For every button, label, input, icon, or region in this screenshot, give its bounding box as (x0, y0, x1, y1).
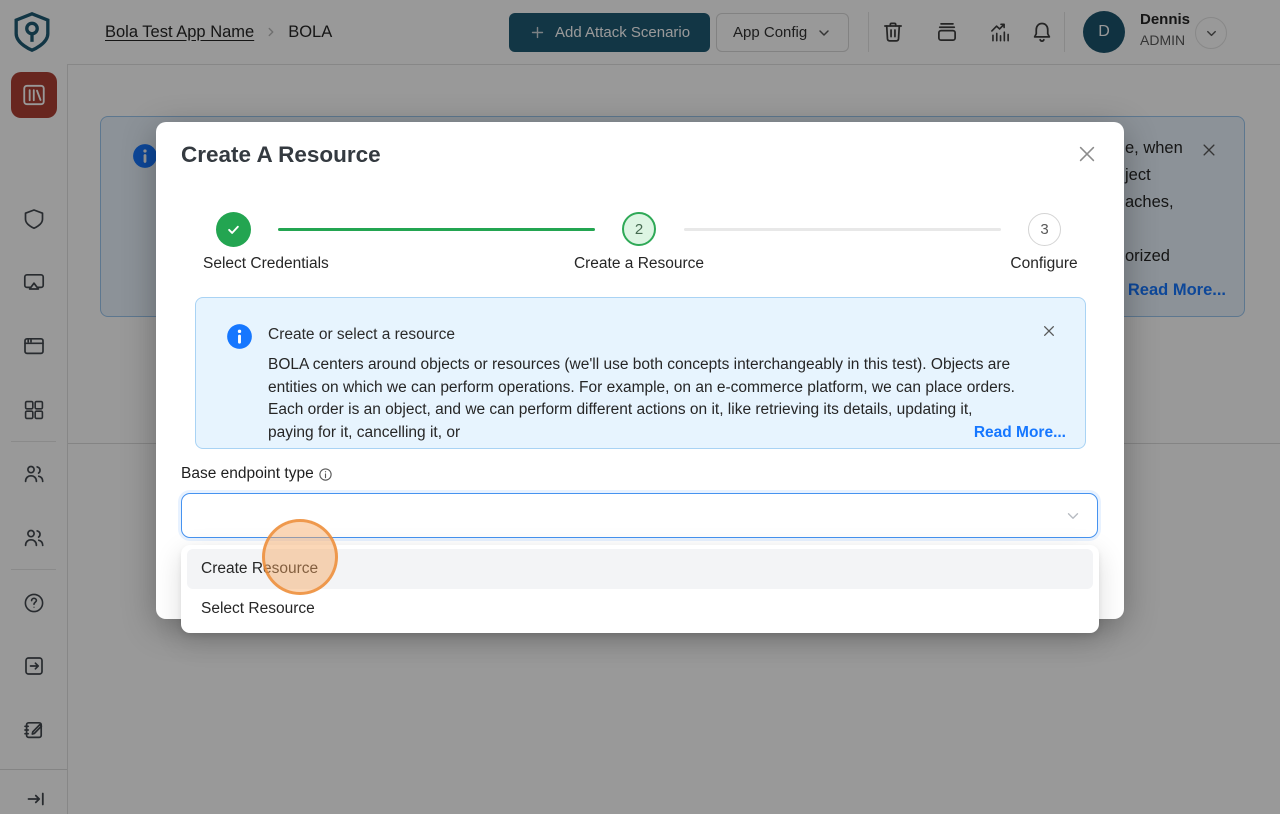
step-3-number: 3 (1040, 221, 1048, 238)
field-label-text: Base endpoint type (181, 465, 314, 483)
info-icon (226, 323, 253, 350)
chevron-down-icon (1064, 507, 1082, 525)
step-3-label: Configure (944, 255, 1144, 273)
step-connector-upcoming (684, 228, 1001, 231)
modal-title: Create A Resource (181, 142, 381, 168)
info-circle-icon[interactable] (318, 467, 333, 482)
base-endpoint-type-label: Base endpoint type (181, 465, 333, 483)
alert-close-icon[interactable] (1041, 323, 1057, 339)
app-page: Bola Test App Name BOLA Add Attack Scena… (0, 0, 1280, 814)
modal-close-icon[interactable] (1076, 143, 1098, 165)
step-2-number: 2 (635, 221, 643, 238)
step-1-label: Select Credentials (203, 255, 329, 273)
step-2-circle: 2 (622, 212, 656, 246)
step-1-circle (216, 212, 251, 247)
step-2-label: Create a Resource (539, 255, 739, 273)
check-icon (224, 220, 243, 239)
dropdown-option-select-resource[interactable]: Select Resource (187, 589, 1093, 629)
step-connector-done (278, 228, 595, 231)
step-3-circle: 3 (1028, 213, 1061, 246)
alert-read-more-link[interactable]: Read More... (856, 424, 1066, 442)
alert-title: Create or select a resource (268, 326, 455, 344)
resource-info-alert: Create or select a resource BOLA centers… (195, 297, 1086, 449)
click-indicator (262, 519, 338, 595)
